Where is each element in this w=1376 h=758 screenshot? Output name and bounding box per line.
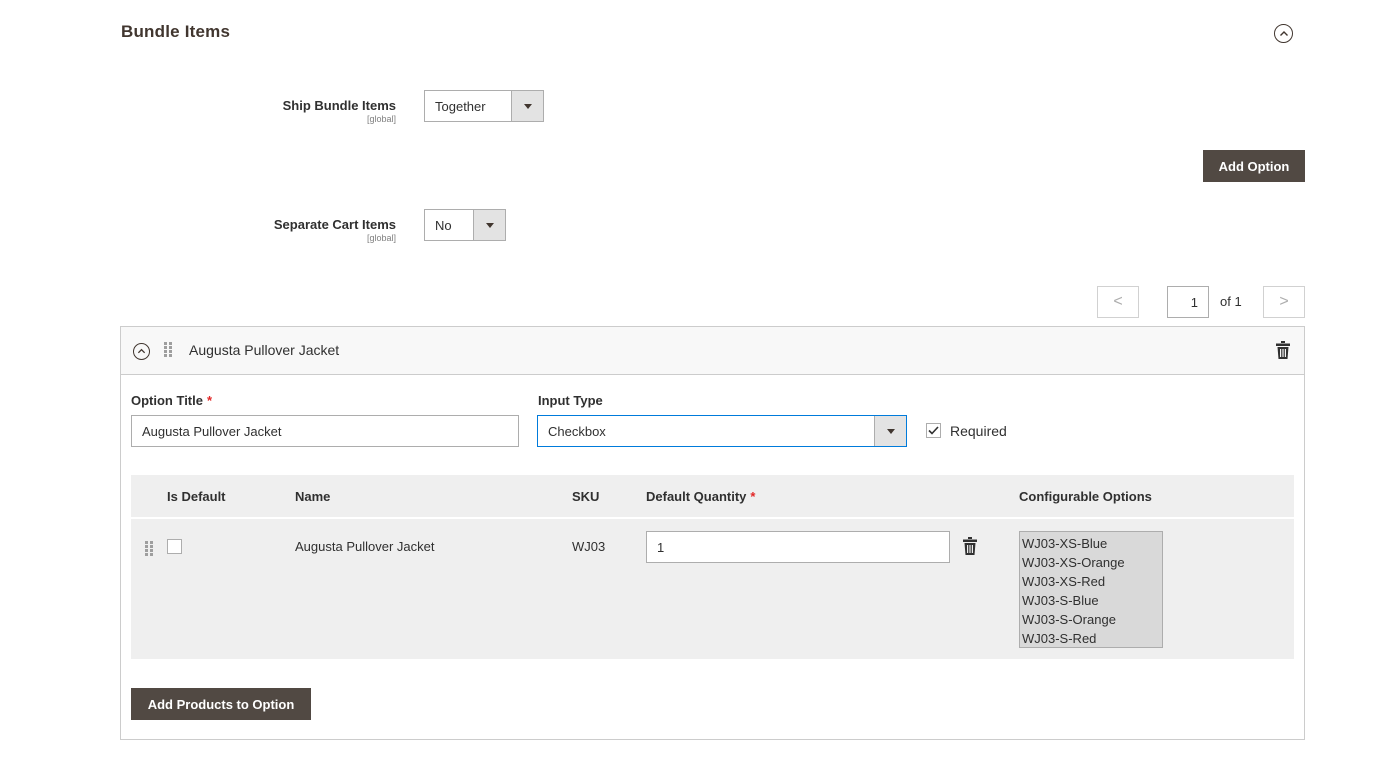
delete-row-trash-icon[interactable] bbox=[963, 537, 977, 555]
configurable-option[interactable]: WJ03-S-Orange bbox=[1022, 610, 1162, 629]
configurable-option[interactable]: WJ03-S-Red bbox=[1022, 629, 1162, 648]
select-arrow bbox=[511, 91, 543, 121]
add-products-to-option-button[interactable]: Add Products to Option bbox=[131, 688, 311, 720]
ship-bundle-items-select[interactable]: Together bbox=[424, 90, 544, 122]
separate-cart-items-scope: [global] bbox=[366, 233, 396, 243]
col-default-quantity: Default Quantity * bbox=[646, 489, 755, 504]
separate-cart-items-label: Separate Cart Items [global] bbox=[196, 217, 396, 243]
col-sku: SKU bbox=[572, 489, 600, 504]
col-configurable-options: Configurable Options bbox=[1019, 489, 1152, 504]
configurable-option[interactable]: WJ03-S-Blue bbox=[1022, 591, 1162, 610]
configurable-option[interactable]: WJ03-XS-Red bbox=[1022, 572, 1162, 591]
ship-bundle-items-label: Ship Bundle Items [global] bbox=[196, 98, 396, 124]
row-product-name: Augusta Pullover Jacket bbox=[295, 539, 435, 554]
ship-bundle-items-scope: [global] bbox=[366, 114, 396, 124]
col-is-default: Is Default bbox=[167, 489, 226, 504]
required-checkbox[interactable] bbox=[926, 423, 941, 438]
input-type-label: Input Type bbox=[538, 393, 603, 408]
option-header-title: Augusta Pullover Jacket bbox=[189, 342, 340, 358]
option-title-label: Option Title * bbox=[131, 393, 212, 408]
required-label: Required bbox=[950, 423, 1007, 439]
pager-page-input[interactable] bbox=[1167, 286, 1209, 318]
caret-down-icon bbox=[886, 428, 895, 434]
separate-cart-items-value: No bbox=[435, 217, 452, 233]
col-name: Name bbox=[295, 489, 331, 504]
ship-bundle-items-value: Together bbox=[435, 98, 486, 114]
delete-option-trash-icon[interactable] bbox=[1276, 341, 1290, 359]
ship-bundle-items-label-text: Ship Bundle Items bbox=[282, 98, 396, 113]
table-row: Augusta Pullover Jacket WJ03 WJ03-XS-Blu… bbox=[131, 519, 1294, 659]
configurable-option[interactable]: WJ03-XS-Blue bbox=[1022, 534, 1162, 553]
select-arrow bbox=[473, 210, 505, 240]
pager-total: of 1 bbox=[1220, 294, 1242, 309]
chevron-up-icon bbox=[1279, 30, 1288, 36]
pager-next-button[interactable]: > bbox=[1263, 286, 1305, 318]
configurable-options-select[interactable]: WJ03-XS-Blue WJ03-XS-Orange WJ03-XS-Red … bbox=[1019, 531, 1163, 648]
bundle-option: Augusta Pullover Jacket Option Title* In… bbox=[120, 326, 1305, 740]
col-default-quantity-text: Default Quantity bbox=[646, 489, 747, 504]
option-title-input[interactable] bbox=[131, 415, 519, 447]
separate-cart-items-label-text: Separate Cart Items bbox=[273, 217, 396, 232]
option-header[interactable]: Augusta Pullover Jacket bbox=[121, 327, 1304, 375]
section-collapse-button[interactable] bbox=[1274, 24, 1293, 43]
is-default-checkbox[interactable] bbox=[167, 539, 182, 554]
required-mark: * bbox=[206, 393, 213, 408]
selections-grid-header: Is Default Name SKU Default Quantity * Co… bbox=[131, 475, 1294, 518]
input-type-value: Checkbox bbox=[548, 423, 606, 439]
add-option-button[interactable]: Add Option bbox=[1203, 150, 1305, 182]
option-collapse-button[interactable] bbox=[133, 343, 150, 360]
chevron-up-icon bbox=[137, 348, 146, 354]
drag-handle-icon[interactable] bbox=[145, 541, 153, 556]
pager-prev-button[interactable]: < bbox=[1097, 286, 1139, 318]
required-mark: * bbox=[750, 489, 756, 504]
row-sku: WJ03 bbox=[572, 539, 606, 554]
option-title-label-text: Option Title bbox=[131, 393, 203, 408]
drag-handle-icon[interactable] bbox=[164, 342, 172, 357]
input-type-select[interactable]: Checkbox bbox=[537, 415, 907, 447]
caret-down-icon bbox=[485, 222, 494, 228]
checkmark-icon bbox=[928, 426, 939, 435]
default-quantity-input[interactable] bbox=[646, 531, 950, 563]
caret-down-icon bbox=[523, 103, 532, 109]
section-title: Bundle Items bbox=[121, 22, 231, 41]
configurable-option[interactable]: WJ03-XS-Orange bbox=[1022, 553, 1162, 572]
select-arrow bbox=[874, 416, 906, 446]
separate-cart-items-select[interactable]: No bbox=[424, 209, 506, 241]
